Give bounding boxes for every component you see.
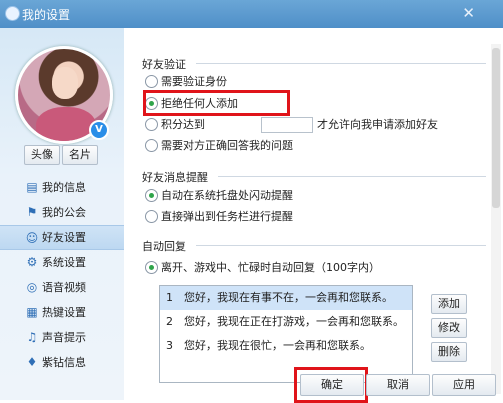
- close-icon[interactable]: ✕: [462, 4, 475, 22]
- sidebar-item-label: 系统设置: [42, 256, 86, 269]
- sidebar-item-friend-settings[interactable]: ☺ 好友设置: [0, 225, 124, 250]
- sidebar-item-label: 我的信息: [42, 181, 86, 194]
- sidebar-item-label: 好友设置: [42, 231, 86, 244]
- radio-button[interactable]: [145, 118, 158, 131]
- cancel-button[interactable]: 取消: [366, 374, 430, 396]
- option-label: 需要验证身份: [161, 75, 227, 88]
- avatar-face: [52, 67, 78, 99]
- sidebar-item-my-info[interactable]: ▤ 我的信息: [0, 175, 124, 200]
- apply-button[interactable]: 应用: [432, 374, 496, 396]
- divider: [196, 245, 486, 246]
- music-note-icon: ♫: [26, 330, 38, 344]
- radio-button[interactable]: [145, 139, 158, 152]
- section-title-reply: 自动回复: [142, 240, 186, 253]
- sidebar-item-system-settings[interactable]: ⚙ 系统设置: [0, 250, 124, 275]
- row-number: 3: [166, 339, 173, 352]
- card-button[interactable]: 名片: [62, 145, 98, 165]
- list-item[interactable]: 3 您好，我现在很忙，一会再和您联系。: [160, 334, 412, 358]
- section-title-message: 好友消息提醒: [142, 171, 208, 184]
- title-bar: 我的设置 ✕: [0, 0, 503, 28]
- radio-button[interactable]: [145, 75, 158, 88]
- highlight-box: [143, 90, 290, 116]
- verify-option-identity[interactable]: 需要验证身份: [145, 75, 227, 89]
- sidebar-item-hotkeys[interactable]: ▦ 热键设置: [0, 300, 124, 325]
- sidebar-item-label: 语音视频: [42, 281, 86, 294]
- app-icon: [5, 6, 20, 21]
- sidebar-item-sound-alerts[interactable]: ♫ 声音提示: [0, 325, 124, 350]
- scrollbar[interactable]: [491, 44, 501, 394]
- row-text: 您好，我现在很忙，一会再和您联系。: [184, 339, 371, 352]
- diamond-icon: ♦: [26, 355, 38, 369]
- scrollbar-thumb[interactable]: [492, 48, 500, 208]
- sidebar-item-label: 声音提示: [42, 331, 86, 344]
- add-button[interactable]: 添加: [431, 294, 467, 314]
- verified-badge-icon: V: [89, 120, 109, 140]
- flag-icon: ⚑: [26, 205, 38, 219]
- option-label-suffix: 才允许向我申请添加好友: [317, 118, 438, 131]
- sidebar-item-my-guild[interactable]: ⚑ 我的公会: [0, 200, 124, 225]
- sidebar-nav: ▤ 我的信息 ⚑ 我的公会 ☺ 好友设置 ⚙ 系统设置 ◎ 语音视频 ▦ 热键设…: [0, 175, 124, 375]
- avatar-shirt: [36, 107, 96, 141]
- settings-panel: 好友验证 需要验证身份 拒绝任何人添加 积分达到 才允许向我申请添加好友 需要对…: [124, 28, 503, 403]
- divider: [196, 63, 486, 64]
- keyboard-icon: ▦: [26, 305, 38, 319]
- option-label: 自动在系统托盘处闪动提醒: [161, 189, 293, 202]
- window-title: 我的设置: [22, 8, 71, 22]
- option-label: 离开、游戏中、忙碌时自动回复（100字内）: [161, 261, 380, 274]
- radio-button-selected[interactable]: [145, 261, 158, 274]
- row-number: 1: [166, 291, 173, 304]
- gear-icon: ⚙: [26, 255, 38, 269]
- row-number: 2: [166, 315, 173, 328]
- option-label: 需要对方正确回答我的问题: [161, 139, 293, 152]
- delete-button[interactable]: 删除: [431, 342, 467, 362]
- message-option-taskbar[interactable]: 直接弹出到任务栏进行提醒: [145, 210, 293, 224]
- message-option-tray[interactable]: 自动在系统托盘处闪动提醒: [145, 189, 293, 203]
- id-card-icon: ▤: [26, 180, 38, 194]
- row-text: 您好，我现在正在打游戏，一会再和您联系。: [184, 315, 404, 328]
- section-title-verify: 好友验证: [142, 58, 186, 71]
- score-input[interactable]: [261, 117, 313, 133]
- sidebar-item-label: 热键设置: [42, 306, 86, 319]
- edit-button[interactable]: 修改: [431, 318, 467, 338]
- radio-button-selected[interactable]: [145, 189, 158, 202]
- sidebar-item-purple-diamond[interactable]: ♦ 紫钻信息: [0, 350, 124, 375]
- verify-option-score[interactable]: 积分达到 才允许向我申请添加好友: [145, 117, 438, 133]
- highlight-box: [294, 367, 368, 403]
- option-label: 直接弹出到任务栏进行提醒: [161, 210, 293, 223]
- sidebar-item-label: 我的公会: [42, 206, 86, 219]
- voice-icon: ◎: [26, 280, 38, 294]
- sidebar: V 头像 名片 ▤ 我的信息 ⚑ 我的公会 ☺ 好友设置 ⚙ 系统设置 ◎ 语音…: [0, 28, 124, 400]
- reply-list[interactable]: 1 您好，我现在有事不在，一会再和您联系。 2 您好，我现在正在打游戏，一会再和…: [159, 285, 413, 383]
- sidebar-item-label: 紫钻信息: [42, 356, 86, 369]
- row-text: 您好，我现在有事不在，一会再和您联系。: [184, 291, 393, 304]
- avatar-button[interactable]: 头像: [24, 145, 60, 165]
- friends-icon: ☺: [25, 231, 39, 245]
- sidebar-item-voice-video[interactable]: ◎ 语音视频: [0, 275, 124, 300]
- list-item[interactable]: 2 您好，我现在正在打游戏，一会再和您联系。: [160, 310, 412, 334]
- reply-option-auto[interactable]: 离开、游戏中、忙碌时自动回复（100字内）: [145, 261, 380, 275]
- verify-option-question[interactable]: 需要对方正确回答我的问题: [145, 139, 293, 153]
- option-label: 积分达到: [161, 118, 205, 131]
- list-item[interactable]: 1 您好，我现在有事不在，一会再和您联系。: [160, 286, 412, 310]
- divider: [218, 176, 486, 177]
- radio-button[interactable]: [145, 210, 158, 223]
